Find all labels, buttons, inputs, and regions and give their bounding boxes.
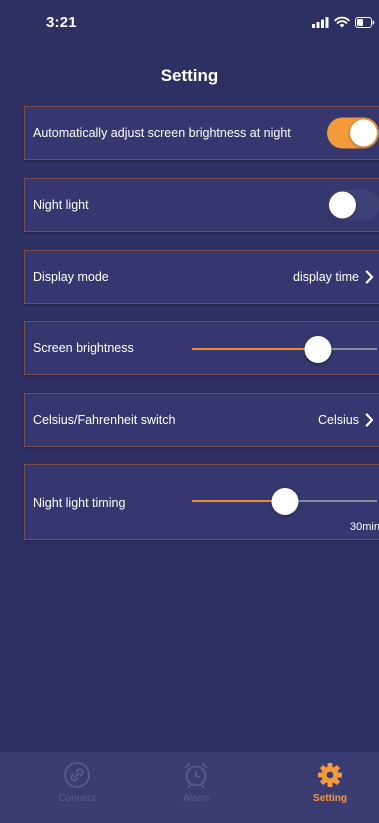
alarm-clock-icon bbox=[184, 763, 208, 789]
toggle-knob bbox=[350, 119, 377, 147]
tab-label: Connect bbox=[58, 793, 96, 804]
temp-unit-row[interactable]: Celsius/Fahrenheit switch Celsius bbox=[24, 393, 379, 447]
tab-alarm[interactable]: Alarm bbox=[133, 752, 259, 823]
status-time: 3:21 bbox=[46, 14, 77, 31]
slider-thumb[interactable] bbox=[304, 336, 332, 363]
tab-label: Alarm bbox=[182, 793, 210, 804]
status-icons bbox=[312, 16, 375, 28]
screen-brightness-row: Screen brightness bbox=[24, 321, 379, 375]
night-light-toggle[interactable] bbox=[327, 189, 379, 221]
screen-brightness-slider[interactable] bbox=[192, 336, 377, 363]
night-light-timing-value: 30min bbox=[350, 521, 379, 533]
wifi-icon bbox=[334, 16, 350, 28]
night-light-timing-label: Night light timing bbox=[33, 496, 126, 510]
night-light-timing-row: Night light timing 30min bbox=[24, 464, 379, 540]
auto-brightness-row: Automatically adjust screen brightness a… bbox=[24, 106, 379, 160]
auto-brightness-label: Automatically adjust screen brightness a… bbox=[33, 126, 291, 140]
temp-unit-value-group: Celsius bbox=[318, 394, 374, 446]
slider-fill bbox=[192, 348, 318, 350]
page-title: Setting bbox=[160, 66, 219, 85]
tab-connect[interactable]: Connect bbox=[14, 752, 140, 823]
night-light-timing-slider[interactable] bbox=[192, 488, 377, 515]
display-mode-row[interactable]: Display mode display time bbox=[24, 250, 379, 304]
temp-unit-label: Celsius/Fahrenheit switch bbox=[33, 413, 176, 427]
battery-icon bbox=[355, 16, 375, 28]
display-mode-value: display time bbox=[293, 270, 359, 284]
display-mode-value-group: display time bbox=[293, 251, 374, 303]
chevron-right-icon bbox=[365, 413, 374, 427]
tab-bar: Connect Alarm Setting bbox=[0, 752, 379, 823]
display-mode-label: Display mode bbox=[33, 270, 109, 284]
temp-unit-value: Celsius bbox=[318, 413, 359, 427]
link-icon bbox=[64, 762, 90, 788]
chevron-right-icon bbox=[365, 270, 374, 284]
gear-icon bbox=[318, 763, 342, 787]
auto-brightness-toggle[interactable] bbox=[327, 117, 379, 149]
signal-icon bbox=[312, 16, 329, 28]
screen-brightness-label: Screen brightness bbox=[33, 341, 134, 355]
status-bar: 3:21 bbox=[0, 0, 379, 44]
slider-thumb[interactable] bbox=[271, 488, 298, 515]
tab-label: Setting bbox=[313, 793, 347, 804]
tab-setting[interactable]: Setting bbox=[267, 752, 379, 823]
night-light-row: Night light bbox=[24, 178, 379, 232]
night-light-label: Night light bbox=[33, 198, 89, 212]
toggle-knob bbox=[329, 191, 356, 219]
